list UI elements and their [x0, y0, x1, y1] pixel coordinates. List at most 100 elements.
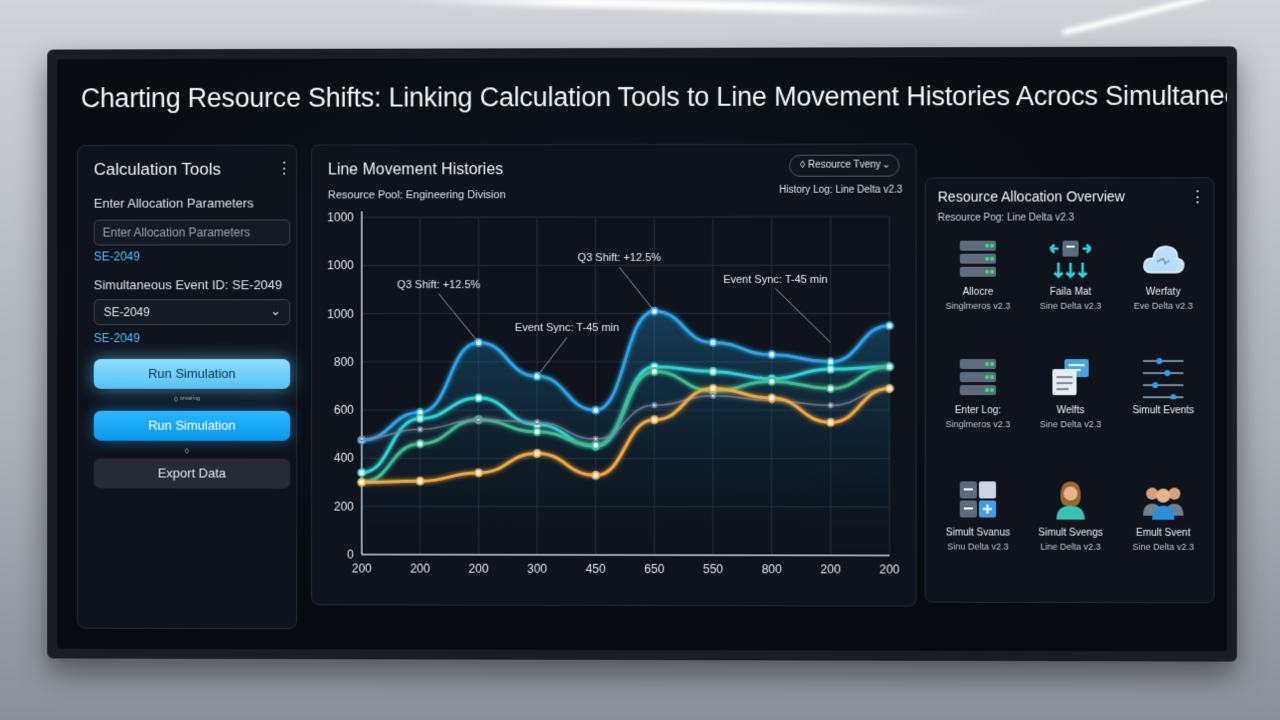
x-tick-label: 300 [527, 562, 547, 576]
data-point [708, 366, 718, 376]
data-point [533, 427, 543, 437]
calculation-tools-title: Calculation Tools [93, 159, 221, 179]
allocation-label: Enter Allocation Parameters [93, 195, 254, 211]
ceiling-light [379, 0, 1001, 18]
tile-allocre[interactable]: Allocre Singlmeros v2.3 [934, 237, 1023, 347]
x-tick-label: 200 [879, 562, 899, 576]
chevron-down-icon: ⌄ [270, 303, 282, 319]
data-point [416, 477, 426, 487]
y-tick-label: 1000 [327, 258, 354, 272]
data-point [474, 394, 484, 404]
x-tick-label: 550 [703, 562, 723, 576]
data-point [827, 385, 834, 392]
data-point [416, 414, 426, 424]
data-point [766, 349, 776, 359]
annotation-leader [619, 266, 655, 312]
grid-line-horizontal [362, 217, 890, 218]
calculation-tools-panel: Calculation Tools ⋮ Enter Allocation Par… [76, 144, 298, 630]
data-point [533, 449, 543, 459]
more-options-icon[interactable]: ⋮ [276, 161, 292, 178]
data-point [651, 402, 658, 409]
export-data-button[interactable]: Export Data [93, 458, 291, 489]
data-point [827, 419, 834, 426]
y-tick-label: 800 [334, 355, 354, 369]
data-point [416, 440, 426, 450]
tile-faila-mat[interactable]: Faila Mat Sine Delta v2.3 [1026, 237, 1115, 347]
data-point [476, 417, 483, 424]
y-tick-label: 200 [334, 499, 354, 513]
x-tick-label: 800 [762, 562, 782, 576]
data-point [360, 437, 364, 441]
tile-label: Werfaty [1145, 286, 1181, 298]
x-tick-label: 650 [644, 562, 664, 576]
annotation-label: Q3 Shift: +12.5% [578, 252, 662, 264]
tile-simult-svanus[interactable]: Simult Svanus Sinu Delta v2.3 [934, 477, 1023, 587]
annotation-label: Q3 Shift: +12.5% [397, 279, 480, 291]
data-point [827, 366, 834, 373]
x-tick-label: 450 [586, 562, 606, 576]
tile-label: Welfts [1056, 405, 1085, 417]
annotation-leader [537, 337, 568, 377]
data-point [649, 415, 659, 425]
data-point [591, 470, 601, 480]
event-id-label: Simultaneous Event ID: SE-2049 [93, 277, 283, 293]
data-point [886, 322, 893, 329]
data-point [592, 436, 599, 443]
tile-simult-svengs[interactable]: Simult Svengs Line Delta v2.3 [1026, 477, 1115, 588]
x-tick-label: 200 [352, 561, 372, 575]
y-tick-label: 600 [334, 403, 354, 417]
data-point [886, 363, 893, 370]
y-tick-label: 0 [347, 547, 354, 561]
simulation-status-caption: ◊ ᵒʳᵉᵃᵗⁱⁿᵍ [173, 394, 200, 404]
calculator-icon [959, 481, 997, 518]
data-point [649, 366, 659, 376]
data-point [708, 337, 718, 347]
tile-simult-events[interactable]: Simult Events [1119, 355, 1208, 466]
tile-werfaty[interactable]: Werfaty Eve Delta v2.3 [1119, 236, 1208, 347]
tile-enter-log[interactable]: Enter Log: Singlmeros v2.3 [934, 355, 1023, 465]
tile-label: Simult Svanus [945, 527, 1011, 539]
y-tick-label: 1000 [327, 210, 354, 224]
run-simulation-button-primary[interactable]: Run Simulation [93, 358, 291, 389]
data-point [591, 405, 601, 415]
status-mark: ◊ [184, 446, 189, 456]
ceiling-light-accent [1061, 0, 1209, 37]
tile-sublabel: Sinu Delta v2.3 [947, 541, 1009, 552]
line-movement-panel: Line Movement Histories Resource Pool: E… [311, 143, 917, 607]
resource-allocation-title: Resource Allocation Overview [937, 188, 1125, 205]
y-tick-label: 1000 [327, 307, 354, 321]
data-point [709, 392, 716, 399]
page-title: Charting Resource Shifts: Linking Calcul… [80, 80, 1227, 114]
data-point [766, 376, 776, 386]
tile-label: Enter Log: [954, 405, 1002, 417]
resource-allocation-panel: Resource Allocation Overview ⋮ Resource … [924, 177, 1215, 604]
tile-label: Simult Events [1132, 405, 1195, 417]
event-id-select-value: SE-2049 [103, 305, 150, 320]
x-tick-label: 200 [469, 562, 489, 576]
run-simulation-button-secondary[interactable]: Run Simulation [93, 410, 291, 441]
data-point [534, 419, 541, 426]
dashboard-screen: Charting Resource Shifts: Linking Calcul… [57, 56, 1227, 652]
data-point [886, 385, 893, 392]
tile-emult-svent[interactable]: Emult Svent Sine Delta v2.3 [1119, 478, 1208, 589]
resource-pog-subtitle: Resource Pog: Line Delta v2.3 [937, 212, 1075, 224]
tile-sublabel: Singlmeros v2.3 [945, 300, 1011, 311]
cloud-icon [1141, 236, 1185, 280]
tile-label: Emult Svent [1136, 527, 1191, 539]
event-id-select[interactable]: SE-2049 ⌄ [93, 299, 291, 326]
sliders-icon [1141, 355, 1185, 400]
server-rack-icon [959, 359, 997, 396]
annotation-label: Event Sync: T-45 min [515, 322, 619, 334]
area-fill [361, 311, 890, 556]
tile-sublabel: Line Delta v2.3 [1040, 541, 1101, 552]
more-options-icon[interactable]: ⋮ [1190, 189, 1206, 206]
annotation-leader [439, 293, 480, 344]
documents-icon [1052, 359, 1089, 396]
server-rack-icon [959, 240, 997, 277]
network-arrows-icon [1048, 237, 1092, 281]
tile-sublabel: Singlmeros v2.3 [945, 419, 1011, 430]
line-chart: 0200400600800100010001000200 200 200 300 450… [327, 144, 900, 577]
x-tick-label: 200 [410, 562, 430, 576]
tile-welfts[interactable]: Welfts Sine Delta v2.3 [1026, 355, 1115, 465]
allocation-input[interactable] [93, 219, 291, 246]
